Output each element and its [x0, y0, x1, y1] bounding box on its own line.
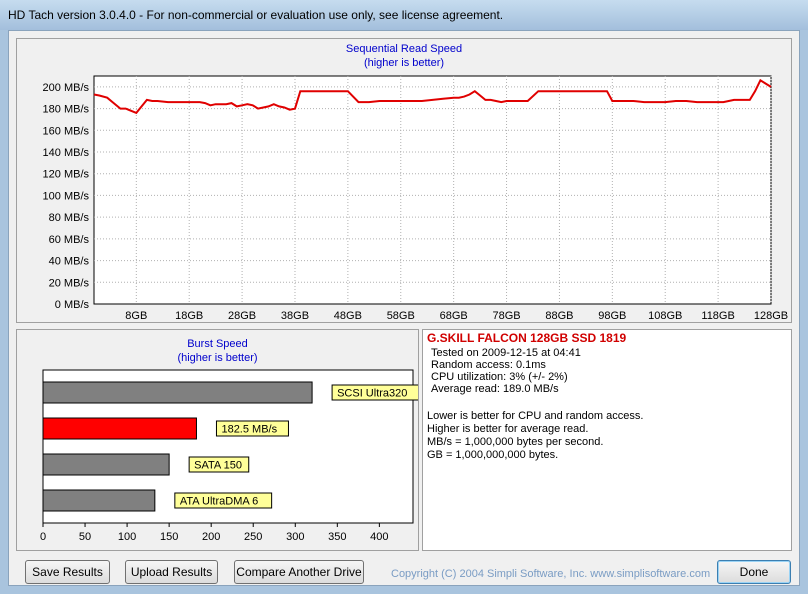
note-mbs: MB/s = 1,000,000 bytes per second.	[427, 436, 604, 448]
seq-plot-area	[93, 75, 772, 305]
note-cpu: Lower is better for CPU and random acces…	[427, 410, 644, 422]
cpu-utilization: CPU utilization: 3% (+/- 2%)	[431, 371, 568, 383]
burst-x-tick-label: 150	[160, 531, 178, 543]
done-button[interactable]: Done	[717, 560, 791, 584]
seq-y-tick-label: 120 MB/s	[43, 169, 90, 181]
seq-y-tick-label: 40 MB/s	[49, 256, 90, 268]
client-area: Sequential Read Speed (higher is better)…	[8, 30, 800, 586]
upload-results-button[interactable]: Upload Results	[125, 560, 218, 584]
window-title: HD Tach version 3.0.4.0 - For non-commer…	[8, 8, 504, 22]
title-bar[interactable]: HD Tach version 3.0.4.0 - For non-commer…	[0, 0, 808, 30]
burst-x-tick-label: 300	[286, 531, 304, 543]
drive-name: G.SKILL FALCON 128GB SSD 1819	[427, 331, 627, 345]
burst-x-tick-label: 100	[118, 531, 136, 543]
burst-x-tick-label: 200	[202, 531, 220, 543]
seq-x-tick-label: 58GB	[387, 310, 415, 322]
seq-x-tick-label: 108GB	[648, 310, 682, 322]
burst-bar	[42, 417, 197, 440]
burst-x-tick-label: 400	[370, 531, 388, 543]
seq-y-tick-label: 160 MB/s	[43, 125, 90, 137]
seq-x-tick-label: 38GB	[281, 310, 309, 322]
burst-x-tick-label: 250	[244, 531, 262, 543]
seq-x-tick-label: 28GB	[228, 310, 256, 322]
seq-y-tick-label: 20 MB/s	[49, 277, 90, 289]
seq-x-tick-label: 88GB	[545, 310, 573, 322]
seq-y-tick-label: 80 MB/s	[49, 212, 90, 224]
seq-y-tick-label: 100 MB/s	[43, 190, 90, 202]
burst-bar	[42, 453, 170, 476]
random-access: Random access: 0.1ms	[431, 359, 546, 371]
note-average: Higher is better for average read.	[427, 423, 589, 435]
burst-x-tick-label: 0	[40, 531, 46, 543]
seq-y-tick-label: 180 MB/s	[43, 104, 90, 116]
burst-speed-chart: SCSI Ultra320 182.5 MB/s SATA 150 ATA Ultra…	[40, 369, 418, 543]
compare-drive-button[interactable]: Compare Another Drive	[234, 560, 364, 584]
burst-bar	[42, 381, 313, 404]
sequential-read-chart: 0 MB/s 20 MB/s 40 MB/s 60 MB/s 80 MB/s 100 MB…	[43, 75, 788, 322]
burst-x-tick-label: 350	[328, 531, 346, 543]
seq-x-tick-label: 48GB	[334, 310, 362, 322]
copyright-text: Copyright (C) 2004 Simpli Software, Inc.…	[391, 568, 711, 580]
seq-x-tick-label: 8GB	[125, 310, 147, 322]
seq-x-tick-label: 118GB	[701, 310, 734, 322]
sequential-read-panel: Sequential Read Speed (higher is better)…	[16, 38, 792, 323]
seq-y-tick-label: 60 MB/s	[49, 234, 90, 246]
seq-x-tick-label: 98GB	[598, 310, 626, 322]
drive-info-panel: G.SKILL FALCON 128GB SSD 1819 Tested on …	[422, 329, 792, 551]
seq-y-tick-label: 0 MB/s	[55, 299, 90, 311]
seq-x-tick-label: 128GB	[754, 310, 788, 322]
seq-x-tick-label: 68GB	[440, 310, 468, 322]
tested-on: Tested on 2009-12-15 at 04:41	[431, 347, 581, 359]
burst-speed-panel: Burst Speed (higher is better) SCSI Ultr…	[16, 329, 419, 551]
note-gb: GB = 1,000,000,000 bytes.	[427, 449, 559, 461]
app-window: HD Tach version 3.0.4.0 - For non-commer…	[0, 0, 808, 594]
seq-y-tick-label: 200 MB/s	[43, 82, 90, 94]
seq-x-tick-label: 18GB	[175, 310, 203, 322]
seq-y-tick-label: 140 MB/s	[43, 147, 90, 159]
average-read: Average read: 189.0 MB/s	[431, 383, 559, 395]
burst-bar	[42, 489, 156, 512]
burst-x-tick-label: 50	[79, 531, 91, 543]
burst-bar-label: SATA 150	[194, 460, 242, 472]
burst-bar-label: ATA UltraDMA 6	[180, 496, 258, 508]
seq-x-tick-label: 78GB	[492, 310, 520, 322]
save-results-button[interactable]: Save Results	[25, 560, 110, 584]
burst-bar-label: SCSI Ultra320	[337, 388, 407, 400]
burst-bar-label: 182.5 MB/s	[221, 424, 277, 436]
